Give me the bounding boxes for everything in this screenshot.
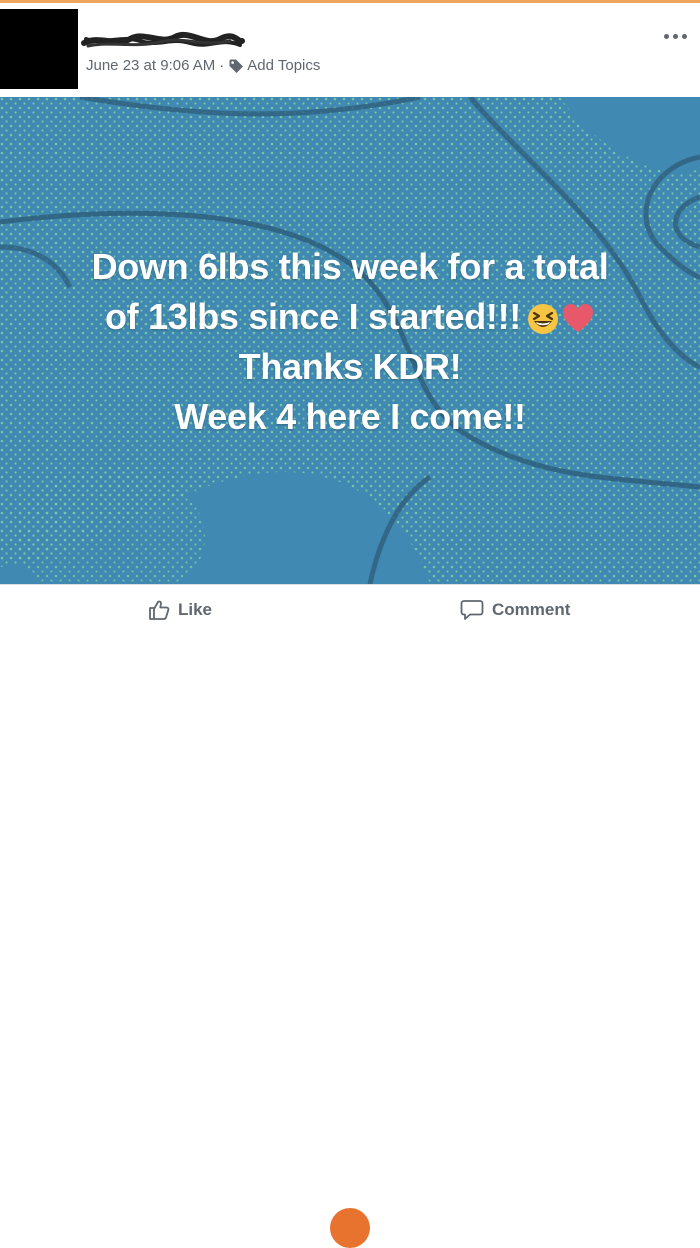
- post-line-2-row: of 13lbs since I started!!!: [0, 292, 700, 342]
- like-label: Like: [178, 600, 213, 619]
- add-topics-link[interactable]: Add Topics: [247, 57, 320, 74]
- post-line-4: Week 4 here I come!!: [174, 396, 526, 437]
- tag-icon: [229, 59, 244, 73]
- thumbs-up-icon: [149, 600, 170, 620]
- comment-button[interactable]: Comment: [460, 599, 570, 621]
- post-line-1: Down 6lbs this week for a total: [91, 246, 609, 287]
- post-text: Down 6lbs this week for a total of 13lbs…: [0, 242, 700, 442]
- like-button[interactable]: Like: [148, 599, 212, 621]
- comment-bubble-icon: [460, 600, 484, 620]
- comment-label: Comment: [492, 600, 571, 619]
- post-line-3: Thanks KDR!: [238, 346, 462, 387]
- red-heart-icon: [563, 304, 593, 333]
- meta-separator: ·: [219, 57, 225, 74]
- post-timestamp[interactable]: June 23 at 9:06 AM: [86, 57, 215, 74]
- commenter-avatar-peek: [330, 1208, 370, 1248]
- post-background-banner: Down 6lbs this week for a total of 13lbs…: [0, 97, 700, 584]
- post-header: June 23 at 9:06 AM · Add Topics: [0, 3, 700, 97]
- author-name-scribble[interactable]: [80, 29, 245, 53]
- post-actions-bar: Like Comment: [0, 584, 700, 1248]
- post-line-2: of 13lbs since I started!!!: [104, 296, 521, 337]
- grinning-squinting-face-icon: [528, 304, 558, 335]
- author-avatar-redacted[interactable]: [0, 9, 78, 89]
- more-options-icon[interactable]: [664, 31, 692, 43]
- post-meta: June 23 at 9:06 AM · Add Topics: [86, 57, 320, 74]
